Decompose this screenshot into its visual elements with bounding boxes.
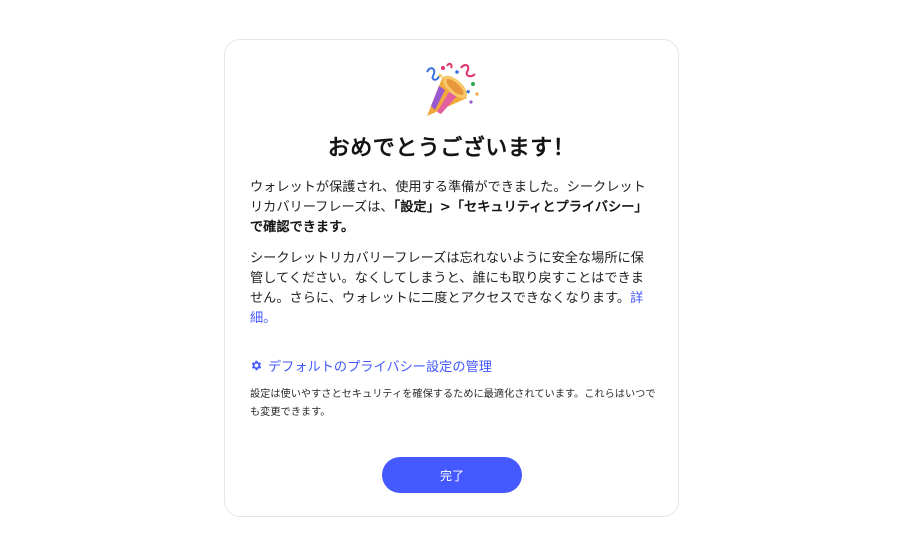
srp-warning-message: シークレットリカバリーフレーズは忘れないように安全な場所に保管してください。なく… <box>250 249 652 329</box>
wallet-ready-message: ウォレットが保護され、使用する準備ができました。シークレットリカバリーフレーズは… <box>250 178 652 238</box>
congrats-dialog: おめでとうございます！ ウォレットが保護され、使用する準備ができました。シークレ… <box>224 39 679 517</box>
done-button[interactable]: 完了 <box>382 457 522 493</box>
party-popper-icon <box>426 62 479 116</box>
gear-icon <box>251 360 262 371</box>
srp-warning-text: シークレットリカバリーフレーズは忘れないように安全な場所に保管してください。なく… <box>250 251 644 306</box>
dialog-title: おめでとうございます！ <box>327 136 576 161</box>
manage-privacy-settings-label: デフォルトのプライバシー設定の管理 <box>268 360 492 375</box>
settings-note: 設定は使いやすさとセキュリティを確保するために最適化されています。これらはいつで… <box>250 389 656 418</box>
manage-privacy-settings-link[interactable]: デフォルトのプライバシー設定の管理 <box>250 356 492 375</box>
